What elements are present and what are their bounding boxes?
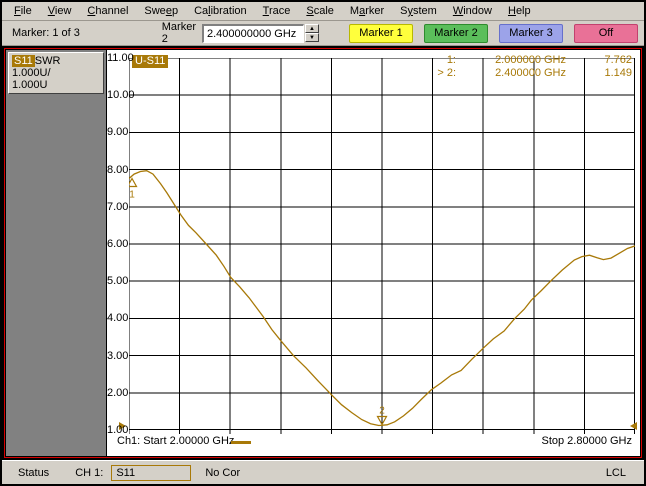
marker-1-number: 1 <box>129 190 135 201</box>
y-axis-tick-label: 6.00 <box>107 238 129 250</box>
marker-1-button[interactable]: Marker 1 <box>349 23 413 43</box>
y-axis-tick-label: 4.00 <box>107 312 129 325</box>
readout-frequency: 2.400000 GHz <box>495 67 566 79</box>
trace-format-label: SWR <box>34 55 61 67</box>
readout-marker-id: 1: <box>446 54 456 66</box>
vna-app-window: File View Channel Sweep Calibration Trace Scal… <box>0 0 646 486</box>
menu-item-channel[interactable]: Channel <box>79 3 136 19</box>
trace-id-badge: S11 <box>12 55 35 67</box>
status-bar: Status CH 1: S11 No Cor LCL <box>2 460 644 484</box>
marker-2-button[interactable]: Marker 2 <box>424 23 488 43</box>
menu-item-trace[interactable]: Trace <box>255 3 299 19</box>
sweep-stop-arrow-icon <box>630 422 637 430</box>
y-axis-tick-label: 2.00 <box>107 386 129 399</box>
marker-readout-row: > 2: 2.400000 GHz 1.149 <box>416 67 632 80</box>
y-axis-tick-label: 7.00 <box>107 200 129 213</box>
cal-status-label: No Cor <box>205 466 241 479</box>
active-channel-frame: S11 SWR 1.000U/ 1.000U 12 U-S11 1: 2.00000… <box>4 48 642 458</box>
readout-value: 7.762 <box>604 54 632 66</box>
menu-item-scale[interactable]: Scale <box>298 3 342 19</box>
lcl-mode-label: LCL <box>605 466 626 479</box>
y-axis-tick-label: 9.00 <box>107 126 129 139</box>
marker-readouts: 1: 2.000000 GHz 7.762 > 2: 2.400000 GHz 1.149 <box>416 54 632 80</box>
trace-tag-badge: U-S11 <box>132 55 169 68</box>
marker-1-icon[interactable] <box>129 177 138 188</box>
off-button[interactable]: Off <box>574 23 638 43</box>
marker-buttons: Marker 1 Marker 2 Marker 3 Off <box>349 23 638 43</box>
y-axis-tick-label: 1.00 <box>107 424 129 436</box>
active-trace-box[interactable]: S11 <box>111 464 192 481</box>
menu-item-file[interactable]: File <box>6 3 40 19</box>
frequency-axis-strip: Ch1: Start 2.00000 GHz Stop 2.80000 GHz <box>107 432 640 452</box>
marker-2-number: 2 <box>379 406 385 417</box>
menu-item-help[interactable]: Help <box>500 3 539 19</box>
trace-info-panel[interactable]: S11 SWR 1.000U/ 1.000U <box>8 52 104 94</box>
marker2-field-label: Marker 2 <box>161 21 196 45</box>
frequency-spinner: ▲ ▼ <box>305 24 319 42</box>
status-label: Status <box>18 466 50 479</box>
trace-ref-label: 1.000U <box>12 79 48 91</box>
readout-marker-id: > 2: <box>437 67 456 79</box>
spin-up-icon[interactable]: ▲ <box>305 24 319 33</box>
menu-item-calibration[interactable]: Calibration <box>186 3 255 19</box>
trace-scale-label: 1.000U/ <box>12 67 51 79</box>
menu-item-system[interactable]: System <box>392 3 445 19</box>
marker-readout-row: 1: 2.000000 GHz 7.762 <box>416 54 632 67</box>
y-axis-tick-label: 11.00 <box>107 52 134 64</box>
marker2-frequency-input[interactable] <box>202 23 304 43</box>
menu-item-window[interactable]: Window <box>445 3 500 19</box>
menu-bar: File View Channel Sweep Calibration Trace Scal… <box>2 2 644 21</box>
y-axis-tick-label: 3.00 <box>107 349 129 362</box>
y-axis-tick-label: 8.00 <box>107 163 129 176</box>
menu-item-view[interactable]: View <box>40 3 80 19</box>
menu-item-sweep[interactable]: Sweep <box>136 3 186 19</box>
y-axis-tick-label: 10.00 <box>107 89 135 102</box>
marker-3-button[interactable]: Marker 3 <box>499 23 563 43</box>
readout-value: 1.149 <box>604 67 632 79</box>
y-axis-tick-label: 5.00 <box>107 275 129 288</box>
spin-down-icon[interactable]: ▼ <box>305 33 319 42</box>
channel-label: CH 1: <box>75 466 104 479</box>
start-frequency-label: Ch1: Start 2.00000 GHz <box>117 435 235 447</box>
stop-frequency-label: Stop 2.80000 GHz <box>541 435 632 447</box>
marker-toolbar: Marker: 1 of 3 Marker 2 ▲ ▼ Marker 1Mark… <box>2 21 644 46</box>
readout-frequency: 2.000000 GHz <box>495 54 566 66</box>
trace-legend-dash <box>231 441 251 444</box>
trace-sidebar: S11 SWR 1.000U/ 1.000U <box>6 50 106 456</box>
main-area: S11 SWR 1.000U/ 1.000U 12 U-S11 1: 2.00000… <box>2 46 644 460</box>
marker-count-label: Marker: 1 of 3 <box>12 27 80 39</box>
swr-plot[interactable]: 12 <box>129 58 635 440</box>
menu-item-marker[interactable]: Marker <box>342 3 392 19</box>
graph-window[interactable]: 12 U-S11 1: 2.000000 GHz 7.762 > 2: 2.400000… <box>106 50 640 456</box>
